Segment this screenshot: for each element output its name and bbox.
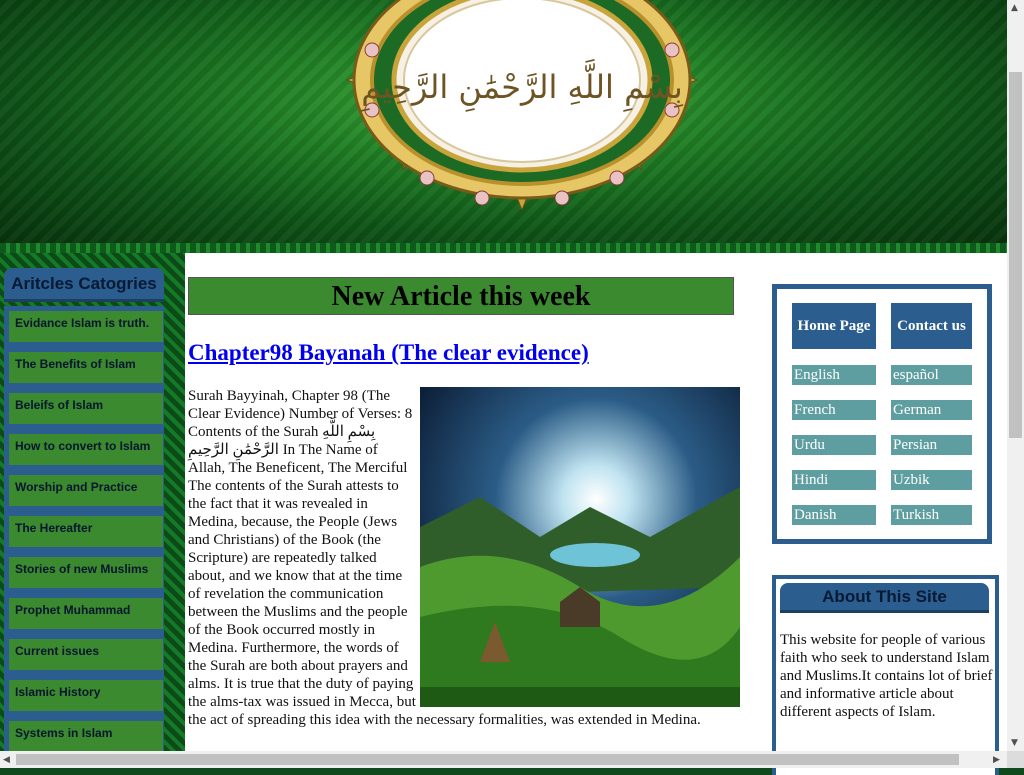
list-item: Evidance Islam is truth.: [4, 306, 164, 347]
scroll-down-icon[interactable]: ▼: [1011, 738, 1018, 748]
language-link-french[interactable]: French: [792, 400, 876, 420]
category-link-current-issues[interactable]: Current issues: [9, 639, 163, 670]
header-banner: بِسْمِ اللَّهِ الرَّحْمَٰنِ الرَّحِيمِ: [0, 0, 1007, 243]
list-item: How to convert to Islam: [4, 429, 164, 470]
language-link-hindi[interactable]: Hindi: [792, 470, 876, 490]
category-link-history[interactable]: Islamic History: [9, 680, 163, 711]
categories-heading: Aritcles Catogries: [4, 268, 164, 302]
language-link-turkish[interactable]: Turkish: [891, 505, 972, 525]
category-link-hereafter[interactable]: The Hereafter: [9, 516, 163, 547]
list-item: Stories of new Muslims: [4, 552, 164, 593]
language-box: Home Page Contact us English español Fre…: [772, 284, 992, 544]
new-article-heading: New Article this week: [188, 277, 734, 315]
article-title-link[interactable]: Chapter98 Bayanah (The clear evidence): [188, 340, 589, 366]
language-link-persian[interactable]: Persian: [891, 435, 972, 455]
list-item: Prophet Muhammad: [4, 593, 164, 634]
scroll-left-icon[interactable]: ◀: [3, 755, 10, 765]
category-link-convert[interactable]: How to convert to Islam: [9, 434, 163, 465]
category-link-new-muslims[interactable]: Stories of new Muslims: [9, 557, 163, 588]
horizontal-scroll-thumb[interactable]: [16, 754, 959, 765]
category-link-prophet[interactable]: Prophet Muhammad: [9, 598, 163, 629]
main-content: New Article this week Chapter98 Bayanah …: [185, 253, 1007, 775]
list-item: Current issues: [4, 634, 164, 675]
list-item: The Benefits of Islam: [4, 347, 164, 388]
category-link-beliefs[interactable]: Beleifs of Islam: [9, 393, 163, 424]
list-item: The Hereafter: [4, 511, 164, 552]
scroll-right-icon[interactable]: ▶: [993, 755, 1000, 765]
horizontal-scrollbar[interactable]: ◀ ▶: [0, 751, 1007, 768]
home-page-button[interactable]: Home Page: [792, 303, 876, 349]
vertical-scroll-thumb[interactable]: [1009, 72, 1022, 438]
article-body: Surah Bayyinah, Chapter 98 (The Clear Ev…: [188, 387, 740, 729]
language-link-uzbik[interactable]: Uzbik: [891, 470, 972, 490]
categories-list: Evidance Islam is truth. The Benefits of…: [4, 306, 164, 757]
list-item: Worship and Practice: [4, 470, 164, 511]
language-link-danish[interactable]: Danish: [792, 505, 876, 525]
scroll-up-icon[interactable]: ▲: [1011, 3, 1018, 13]
list-item: Islamic History: [4, 675, 164, 716]
about-text: This website for people of various faith…: [780, 632, 993, 720]
category-link-systems[interactable]: Systems in Islam: [9, 721, 163, 752]
category-link-evidence[interactable]: Evidance Islam is truth.: [9, 311, 163, 342]
article-landscape-image: [420, 387, 740, 707]
language-link-english[interactable]: English: [792, 365, 876, 385]
scrollbar-corner: [1007, 751, 1024, 768]
about-heading: About This Site: [780, 583, 989, 613]
list-item: Beleifs of Islam: [4, 388, 164, 429]
category-link-worship[interactable]: Worship and Practice: [9, 475, 163, 506]
categories-sidebar: Aritcles Catogries Evidance Islam is tru…: [0, 253, 185, 757]
about-box: About This Site This website for people …: [772, 575, 999, 775]
language-link-german[interactable]: German: [891, 400, 972, 420]
bismillah-medallion: بِسْمِ اللَّهِ الرَّحْمَٰنِ الرَّحِيمِ: [345, 0, 699, 210]
contact-us-button[interactable]: Contact us: [891, 303, 972, 349]
language-link-espanol[interactable]: español: [891, 365, 972, 385]
banner-divider: [0, 243, 1007, 253]
category-link-benefits[interactable]: The Benefits of Islam: [9, 352, 163, 383]
language-link-urdu[interactable]: Urdu: [792, 435, 876, 455]
vertical-scrollbar[interactable]: ▲ ▼: [1007, 0, 1024, 751]
